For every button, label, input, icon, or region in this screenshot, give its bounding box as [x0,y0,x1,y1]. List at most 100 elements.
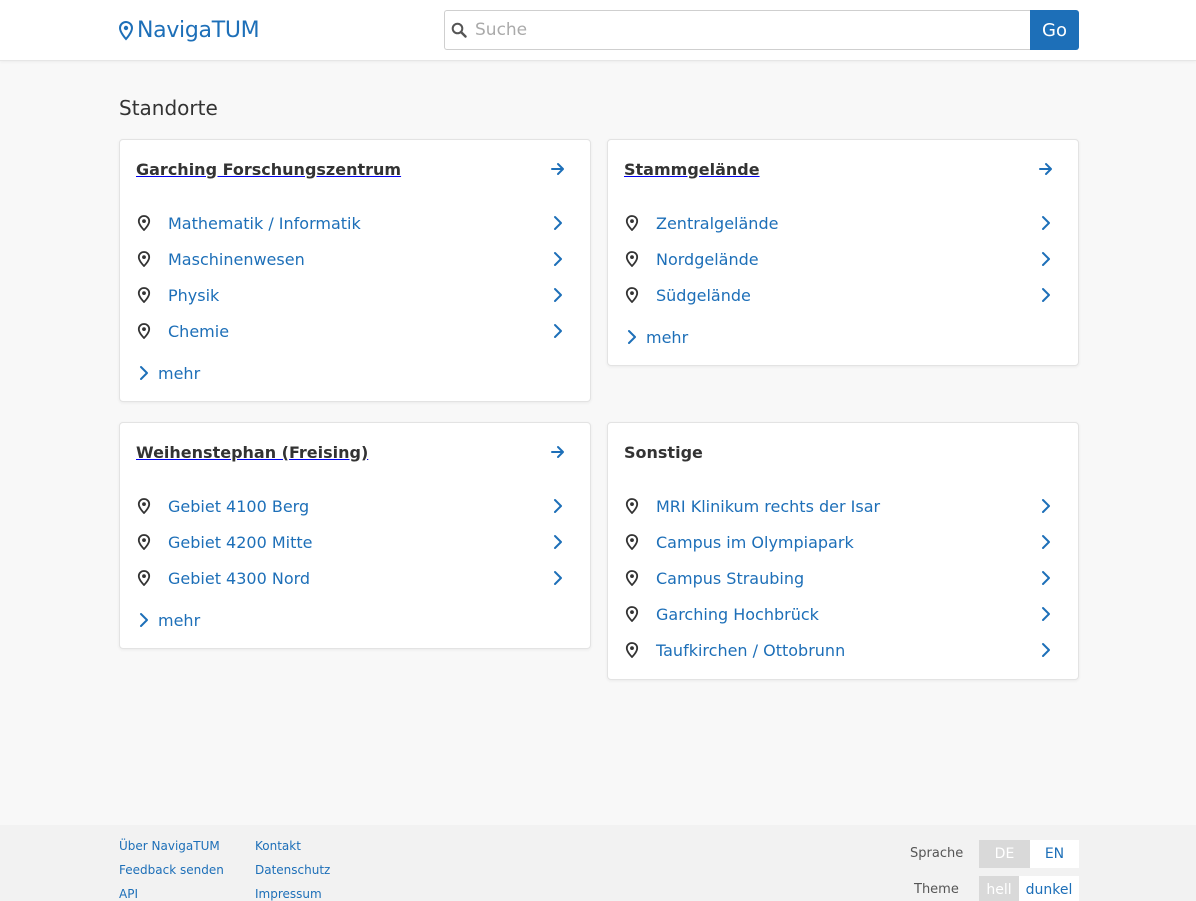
chevron-right-icon [1036,498,1056,514]
chevron-right-icon [1036,534,1056,550]
chevron-right-icon [548,498,568,514]
item-label: Garching Hochbrück [656,604,819,624]
location-card: Garching Forschungszentrum Mathematik / … [119,139,591,402]
page-title: Standorte [119,96,218,120]
arrow-right-icon [1036,161,1056,177]
location-pin-icon [624,215,640,231]
more-label: mehr [158,363,201,383]
card-title: Sonstige [624,442,703,462]
item-label: Südgelände [656,285,751,305]
list-item[interactable]: Campus im Olympiapark [624,524,1062,560]
list-item[interactable]: Campus Straubing [624,560,1062,596]
list-item[interactable]: Maschinenwesen [136,241,574,277]
item-label: Gebiet 4100 Berg [168,496,310,516]
item-label: Nordgelände [656,249,759,269]
list-item[interactable]: Gebiet 4200 Mitte [136,524,574,560]
item-label: Mathematik / Informatik [168,213,361,233]
card-header-link[interactable]: Weihenstephan (Freising) [136,441,574,463]
item-label: Campus im Olympiapark [656,532,854,552]
search-icon [451,22,467,38]
chevron-right-icon [624,329,640,345]
language-option-de[interactable]: DE [979,840,1030,868]
list-item[interactable]: Zentralgelände [624,205,1062,241]
list-item[interactable]: Gebiet 4300 Nord [136,560,574,596]
footer-link-contact[interactable]: Kontakt [255,839,301,853]
card-header: Sonstige [624,441,1062,463]
theme-label: Theme [914,882,959,897]
more-link[interactable]: mehr [136,359,200,387]
item-label: Maschinenwesen [168,249,305,269]
list-item[interactable]: Chemie [136,313,574,349]
list-item[interactable]: Physik [136,277,574,313]
location-pin-icon [624,570,640,586]
item-label: Gebiet 4200 Mitte [168,532,313,552]
location-pin-icon [624,534,640,550]
chevron-right-icon [1036,215,1056,231]
chevron-right-icon [1036,287,1056,303]
footer-link-feedback[interactable]: Feedback senden [119,863,224,877]
item-label: Campus Straubing [656,568,805,588]
location-pin-icon [136,498,152,514]
search-go-button[interactable]: Go [1030,10,1079,50]
list-item[interactable]: Gebiet 4100 Berg [136,488,574,524]
footer-link-privacy[interactable]: Datenschutz [255,863,330,877]
list-item[interactable]: Nordgelände [624,241,1062,277]
theme-option-light[interactable]: hell [979,876,1019,901]
more-label: mehr [158,610,201,630]
search-input[interactable] [475,11,1030,49]
more-link[interactable]: mehr [624,323,688,351]
chevron-right-icon [548,215,568,231]
list-item[interactable]: Garching Hochbrück [624,596,1062,632]
location-card: Weihenstephan (Freising) Gebiet 4100 Ber… [119,422,591,649]
chevron-right-icon [548,287,568,303]
chevron-right-icon [1036,251,1056,267]
logo-link[interactable]: NavigaTUM [119,18,260,43]
location-pin-icon [136,323,152,339]
list-item[interactable]: Taufkirchen / Ottobrunn [624,632,1062,668]
chevron-right-icon [548,534,568,550]
location-pin-icon [136,215,152,231]
map-pin-icon [119,20,133,41]
item-label: Zentralgelände [656,213,779,233]
item-label: Chemie [168,321,230,341]
location-pin-icon [136,534,152,550]
card-header-link[interactable]: Stammgelände [624,158,1062,180]
item-label: Physik [168,285,220,305]
chevron-right-icon [548,251,568,267]
theme-toggle: hell dunkel [979,876,1079,901]
search-form: Go [444,10,1079,50]
footer-link-imprint[interactable]: Impressum [255,887,322,901]
logo-text: NavigaTUM [137,18,260,43]
footer-link-about[interactable]: Über NavigaTUM [119,839,220,853]
chevron-right-icon [548,323,568,339]
list-item[interactable]: Mathematik / Informatik [136,205,574,241]
more-label: mehr [646,327,689,347]
list-item[interactable]: MRI Klinikum rechts der Isar [624,488,1062,524]
location-pin-icon [136,251,152,267]
location-pin-icon [624,642,640,658]
location-pin-icon [624,498,640,514]
theme-option-dark[interactable]: dunkel [1019,876,1079,901]
location-pin-icon [624,251,640,267]
item-label: Gebiet 4300 Nord [168,568,311,588]
location-pin-icon [136,287,152,303]
item-label: Taufkirchen / Ottobrunn [656,640,846,660]
chevron-right-icon [136,365,152,381]
location-card: Stammgelände Zentralgelände Nordgelände … [607,139,1079,366]
card-title: Garching Forschungszentrum [136,159,402,179]
chevron-right-icon [136,612,152,628]
language-option-en[interactable]: EN [1030,840,1079,868]
language-label: Sprache [910,846,964,861]
language-toggle: DE EN [979,840,1079,868]
more-link[interactable]: mehr [136,606,200,634]
card-title: Weihenstephan (Freising) [136,442,369,462]
footer-link-api[interactable]: API [119,887,138,901]
item-label: MRI Klinikum rechts der Isar [656,496,881,516]
card-header-link[interactable]: Garching Forschungszentrum [136,158,574,180]
list-item[interactable]: Südgelände [624,277,1062,313]
location-pin-icon [624,287,640,303]
chevron-right-icon [1036,606,1056,622]
search-box [444,10,1030,50]
location-pin-icon [136,570,152,586]
card-title: Stammgelände [624,159,760,179]
